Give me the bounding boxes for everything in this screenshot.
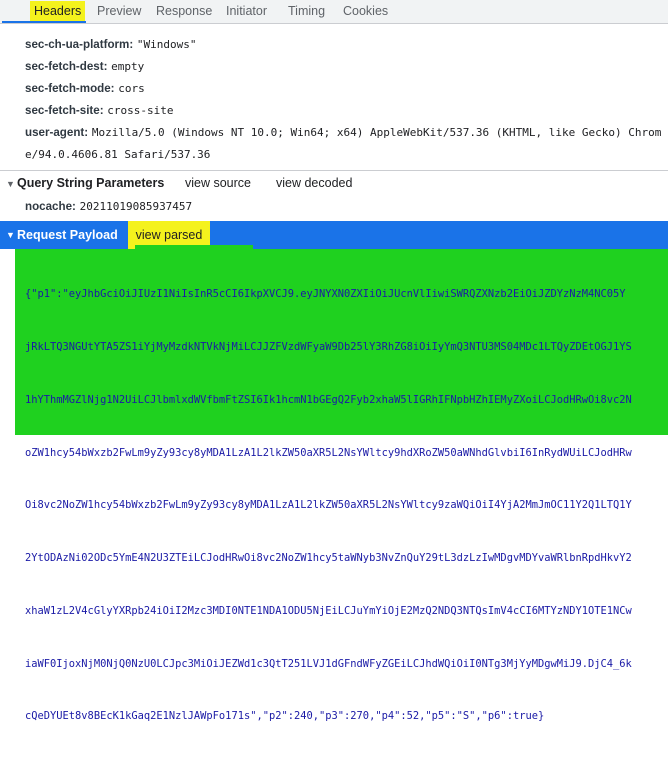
tab-timing[interactable]: Timing (288, 0, 325, 23)
payload-line: xhaW1zL2V4cGlyYXRpb24iOiI2Mzc3MDI0NTE1ND… (25, 604, 632, 617)
header-value-continuation: e/94.0.4606.81 Safari/537.36 (25, 147, 210, 161)
query-string-section-header[interactable]: ▼ Query String Parameters view source vi… (0, 170, 668, 196)
view-decoded-link[interactable]: view decoded (276, 176, 352, 190)
param-value: 20211019085937457 (79, 200, 193, 213)
header-row: sec-ch-ua-platform: "Windows" (25, 37, 197, 51)
header-value: "Windows" (136, 38, 197, 51)
section-title: Request Payload (17, 228, 118, 242)
section-title: Query String Parameters (17, 176, 165, 190)
header-key: user-agent: (25, 126, 89, 139)
header-key: sec-fetch-site: (25, 104, 104, 117)
payload-line: 2YtODAzNi02ODc5YmE4N2U3ZTEiLCJodHRwOi8vc… (25, 552, 632, 565)
header-key: sec-ch-ua-platform: (25, 38, 134, 51)
expand-triangle-icon[interactable]: ▼ (6, 230, 15, 240)
header-value: e/94.0.4606.81 Safari/537.36 (25, 148, 211, 161)
payload-line: Oi8vc2NoZW1hcy54bWxzb2FwLm9yZy93cy8yMDA1… (25, 499, 632, 512)
devtools-tab-bar: Headers Preview Response Initiator Timin… (0, 0, 668, 24)
payload-line: {"p1":"eyJhbGciOiJIUzI1NiIsInR5cCI6IkpXV… (25, 288, 626, 301)
header-row: sec-fetch-mode: cors (25, 81, 145, 95)
header-row: sec-fetch-site: cross-site (25, 103, 174, 117)
payload-line: jRkLTQ3NGUtYTA5ZS1iYjMyMzdkNTVkNjMiLCJJZ… (25, 340, 632, 353)
header-value: cross-site (107, 104, 174, 117)
tab-initiator[interactable]: Initiator (226, 0, 267, 23)
query-param-row: nocache: 20211019085937457 (25, 199, 192, 213)
payload-body: {"p1":"eyJhbGciOiJIUzI1NiIsInR5cCI6IkpXV… (0, 249, 668, 722)
header-key: sec-fetch-dest: (25, 60, 108, 73)
payload-line: cQeDYUEt8v8BEcK1kGaq2E1NzlJAWpFo171s","p… (25, 710, 545, 723)
expand-triangle-icon[interactable]: ▼ (6, 179, 15, 189)
tab-preview[interactable]: Preview (97, 0, 141, 23)
request-payload-section-header[interactable]: ▼ Request Payload view parsed (0, 221, 668, 249)
active-tab-indicator (2, 21, 86, 23)
header-value: empty (111, 60, 145, 73)
payload-line: 1hYThmMGZlNjg1N2UiLCJlbmlxdWVfbmFtZSI6Ik… (25, 393, 632, 406)
payload-source-text: {"p1":"eyJhbGciOiJIUzI1NiIsInR5cCI6IkpXV… (25, 251, 663, 761)
header-row: sec-fetch-dest: empty (25, 59, 144, 73)
tab-response[interactable]: Response (156, 0, 212, 23)
param-key: nocache: (25, 200, 76, 213)
view-source-link[interactable]: view source (185, 176, 251, 190)
tab-cookies[interactable]: Cookies (343, 0, 388, 23)
payload-line: oZW1hcy54bWxzb2FwLm9yZy93cy8yMDA1LzA1L2l… (25, 446, 632, 459)
header-row: user-agent: Mozilla/5.0 (Windows NT 10.0… (25, 125, 668, 139)
header-value: Mozilla/5.0 (Windows NT 10.0; Win64; x64… (91, 126, 662, 139)
header-key: sec-fetch-mode: (25, 82, 115, 95)
tab-headers[interactable]: Headers (30, 0, 86, 23)
tab-headers-label: Headers (30, 1, 86, 21)
payload-line: iaWF0IjoxNjM0NjQ0NzU0LCJpc3MiOiJEZWd1c3Q… (25, 657, 632, 670)
header-value: cors (118, 82, 145, 95)
